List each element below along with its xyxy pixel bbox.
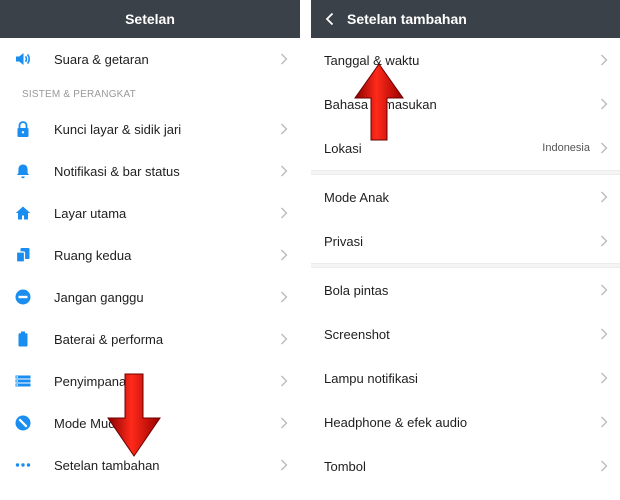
settings-item-kid-mode[interactable]: Mode Anak [311,175,620,219]
settings-item-privacy[interactable]: Privasi [311,219,620,263]
page-title: Setelan [125,11,175,27]
chevron-right-icon [281,123,288,135]
chevron-right-icon [601,98,608,110]
battery-icon [14,330,32,348]
home-icon [14,204,32,222]
second-space-icon [14,246,32,264]
settings-item-label: Bola pintas [324,282,389,298]
settings-item-label: Notifikasi & bar status [54,163,180,179]
chevron-right-icon [601,284,608,296]
settings-item-notification-light[interactable]: Lampu notifikasi [311,356,620,400]
chevron-right-icon [601,142,608,154]
more-icon [14,456,32,474]
settings-item-location[interactable]: Lokasi Indonesia [311,126,620,170]
settings-item-storage[interactable]: Penyimpanan [0,360,300,402]
settings-item-battery[interactable]: Baterai & performa [0,318,300,360]
storage-icon [14,372,32,390]
settings-item-buttons[interactable]: Tombol [311,444,620,488]
settings-item-label: Lampu notifikasi [324,370,418,386]
settings-item-label: Headphone & efek audio [324,414,468,430]
chevron-right-icon [281,165,288,177]
chevron-right-icon [281,53,288,65]
chevron-right-icon [281,375,288,387]
settings-item-quick-ball[interactable]: Bola pintas [311,268,620,312]
chevron-right-icon [601,191,608,203]
bell-icon [14,162,32,180]
settings-item-sound[interactable]: Suara & getaran [0,38,300,80]
section-header: SISTEM & PERANGKAT [22,89,136,100]
chevron-right-icon [281,417,288,429]
chevron-right-icon [281,249,288,261]
chevron-right-icon [601,328,608,340]
chevron-right-icon [601,54,608,66]
do-not-disturb-icon [14,288,32,306]
settings-item-label: Tanggal & waktu [324,52,420,68]
settings-item-label: Jangan ganggu [54,289,144,305]
settings-item-label: Suara & getaran [54,51,149,67]
settings-item-label: Privasi [324,233,364,249]
settings-item-home-screen[interactable]: Layar utama [0,192,300,234]
chevron-right-icon [601,416,608,428]
settings-item-additional-settings[interactable]: Setelan tambahan [0,444,300,486]
settings-item-label: Kunci layar & sidik jari [54,121,182,137]
title-bar: Setelan [0,0,300,38]
settings-item-label: Lokasi [324,140,362,156]
settings-item-screenshot[interactable]: Screenshot [311,312,620,356]
settings-item-label: Ruang kedua [54,247,132,263]
settings-item-date-time[interactable]: Tanggal & waktu [311,38,620,82]
settings-item-do-not-disturb[interactable]: Jangan ganggu [0,276,300,318]
settings-item-label: Screenshot [324,326,390,342]
settings-item-label: Mode Mudah [54,415,130,431]
settings-item-label: Tombol [324,458,366,474]
settings-item-value: Indonesia [542,142,590,154]
settings-item-label: Bahasa & masukan [324,96,437,112]
chevron-right-icon [281,207,288,219]
back-button[interactable] [325,0,347,38]
settings-item-label: Layar utama [54,205,127,221]
settings-item-easy-mode[interactable]: Mode Mudah [0,402,300,444]
title-bar: Setelan tambahan [311,0,620,38]
chevron-right-icon [601,460,608,472]
settings-item-lock-screen[interactable]: Kunci layar & sidik jari [0,108,300,150]
settings-item-label: Setelan tambahan [54,457,160,473]
settings-item-label: Penyimpanan [54,373,134,389]
panel-gap [300,0,311,500]
chevron-right-icon [281,291,288,303]
chevron-right-icon [281,459,288,471]
chevron-right-icon [281,333,288,345]
easy-mode-icon [14,414,32,432]
settings-item-label: Mode Anak [324,189,390,205]
settings-item-label: Baterai & performa [54,331,164,347]
lock-icon [14,120,32,138]
settings-item-second-space[interactable]: Ruang kedua [0,234,300,276]
settings-panel: Setelan Suara & getaran SISTEM & PERANGK… [0,0,300,500]
speaker-icon [14,50,32,68]
settings-item-notifications[interactable]: Notifikasi & bar status [0,150,300,192]
chevron-right-icon [601,372,608,384]
settings-item-language-input[interactable]: Bahasa & masukan [311,82,620,126]
chevron-right-icon [601,235,608,247]
chevron-left-icon [325,12,334,26]
page-title: Setelan tambahan [347,11,467,27]
additional-settings-panel: Setelan tambahan Tanggal & waktu Bahasa … [311,0,620,500]
settings-item-headphone-audio[interactable]: Headphone & efek audio [311,400,620,444]
